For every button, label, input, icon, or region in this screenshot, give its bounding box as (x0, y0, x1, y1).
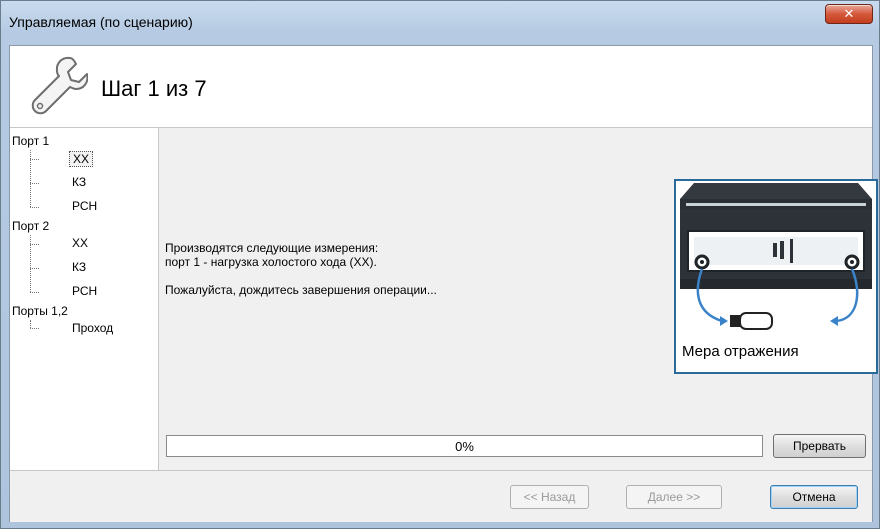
connection-diagram: Мера отражения (674, 179, 878, 374)
tree-item-port1-rsn[interactable]: РСН (72, 199, 97, 213)
cancel-button[interactable]: Отмена (770, 485, 858, 509)
tree-item-port2-xx[interactable]: ХХ (72, 236, 88, 250)
figure-caption: Мера отражения (682, 343, 799, 360)
step-title: Шаг 1 из 7 (101, 76, 207, 101)
tree-item-port1-kz[interactable]: КЗ (72, 175, 86, 189)
wait-message: Пожалуйста, дождитесь завершения операци… (165, 283, 437, 297)
progress-bar: 0% (166, 435, 763, 457)
tree-item-port1-xx[interactable]: ХХ (69, 151, 94, 167)
tree-group-ports12[interactable]: Порты 1,2 (12, 304, 68, 318)
wizard-window: Управляемая (по сценарию) ✕ Шаг 1 из 7 П… (0, 0, 880, 529)
tree-group-port1[interactable]: Порт 1 (12, 134, 49, 148)
next-button[interactable]: Далее >> (626, 485, 722, 509)
close-icon: ✕ (843, 6, 855, 21)
back-button[interactable]: << Назад (510, 485, 589, 509)
tree-group-port2[interactable]: Порт 2 (12, 219, 49, 233)
title-bar[interactable]: Управляемая (по сценарию) ✕ (1, 1, 880, 45)
window-title: Управляемая (по сценарию) (9, 14, 193, 30)
progress-text: 0% (455, 439, 474, 454)
close-button[interactable]: ✕ (825, 4, 873, 24)
measurement-tree: Порт 1 ХХ КЗ РСН Порт 2 ХХ КЗ РСН Порты … (10, 128, 159, 470)
tree-item-ports12-thru[interactable]: Проход (72, 321, 113, 335)
measurement-panel: Производятся следующие измерения: порт 1… (159, 128, 878, 470)
step-header: Шаг 1 из 7 (10, 46, 872, 128)
measurement-line-2: порт 1 - нагрузка холостого хода (ХХ). (165, 255, 377, 269)
tree-item-port2-rsn[interactable]: РСН (72, 284, 97, 298)
wizard-client-area: Шаг 1 из 7 Порт 1 ХХ КЗ РСН Порт 2 ХХ КЗ… (9, 45, 878, 522)
vna-instrument-image (680, 183, 872, 330)
measurement-line-1: Производятся следующие измерения: (165, 241, 379, 255)
tree-item-port2-kz[interactable]: КЗ (72, 260, 86, 274)
abort-button[interactable]: Прервать (773, 434, 866, 458)
wizard-footer: << Назад Далее >> Отмена (10, 470, 872, 522)
wrench-icon (31, 56, 88, 115)
